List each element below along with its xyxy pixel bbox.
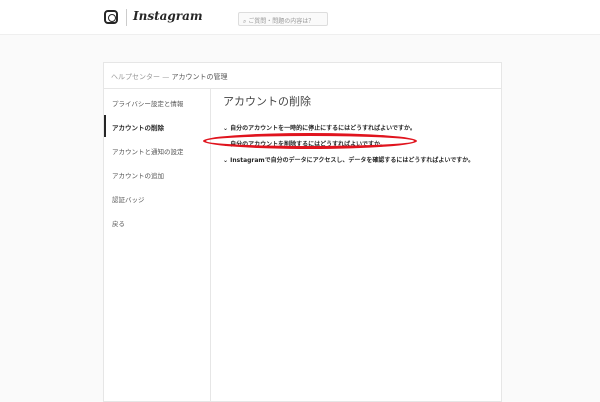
question-text: Instagramで自分のデータにアクセスし、データを確認するにはどうすればよい… xyxy=(230,157,475,164)
sidebar: プライバシー設定と情報 アカウントの削除 アカウントと通知の設定 アカウントの追… xyxy=(104,89,211,401)
sidebar-item-back[interactable]: 戻る xyxy=(104,209,210,233)
breadcrumb-separator: — xyxy=(160,73,172,81)
search-input[interactable]: ⌕ ご質問・問題の内容は？ xyxy=(238,12,328,26)
sidebar-item-add-account[interactable]: アカウントの追加 xyxy=(104,161,210,185)
sidebar-item-delete-account[interactable]: アカウントの削除 xyxy=(104,113,210,137)
question-text: 自分のアカウントを一時的に停止にするにはどうすればよいですか。 xyxy=(230,125,416,132)
help-panel: ヘルプセンター — アカウントの管理 プライバシー設定と情報 アカウントの削除 … xyxy=(103,62,502,402)
chevron-down-icon: ⌄ xyxy=(223,157,229,164)
question-item[interactable]: ⌄ Instagramで自分のデータにアクセスし、データを確認するにはどうすれば… xyxy=(223,155,501,171)
breadcrumb-current[interactable]: アカウントの管理 xyxy=(171,73,227,81)
red-highlight-ellipse xyxy=(203,133,417,149)
chevron-down-icon: ⌄ xyxy=(223,125,229,132)
sidebar-item-privacy[interactable]: プライバシー設定と情報 xyxy=(104,89,210,113)
search-placeholder: ご質問・問題の内容は？ xyxy=(248,18,315,25)
sidebar-item-account-settings[interactable]: アカウントと通知の設定 xyxy=(104,137,210,161)
instagram-camera-icon[interactable] xyxy=(104,10,118,24)
top-header: Instagram ⌕ ご質問・問題の内容は？ xyxy=(0,0,600,35)
breadcrumb-root[interactable]: ヘルプセンター xyxy=(111,73,160,81)
divider xyxy=(126,9,127,26)
page-title: アカウントの削除 xyxy=(223,95,311,108)
instagram-logo[interactable]: Instagram xyxy=(133,9,203,23)
breadcrumb: ヘルプセンター — アカウントの管理 xyxy=(104,63,501,89)
sidebar-item-verified-badge[interactable]: 認証バッジ xyxy=(104,185,210,209)
